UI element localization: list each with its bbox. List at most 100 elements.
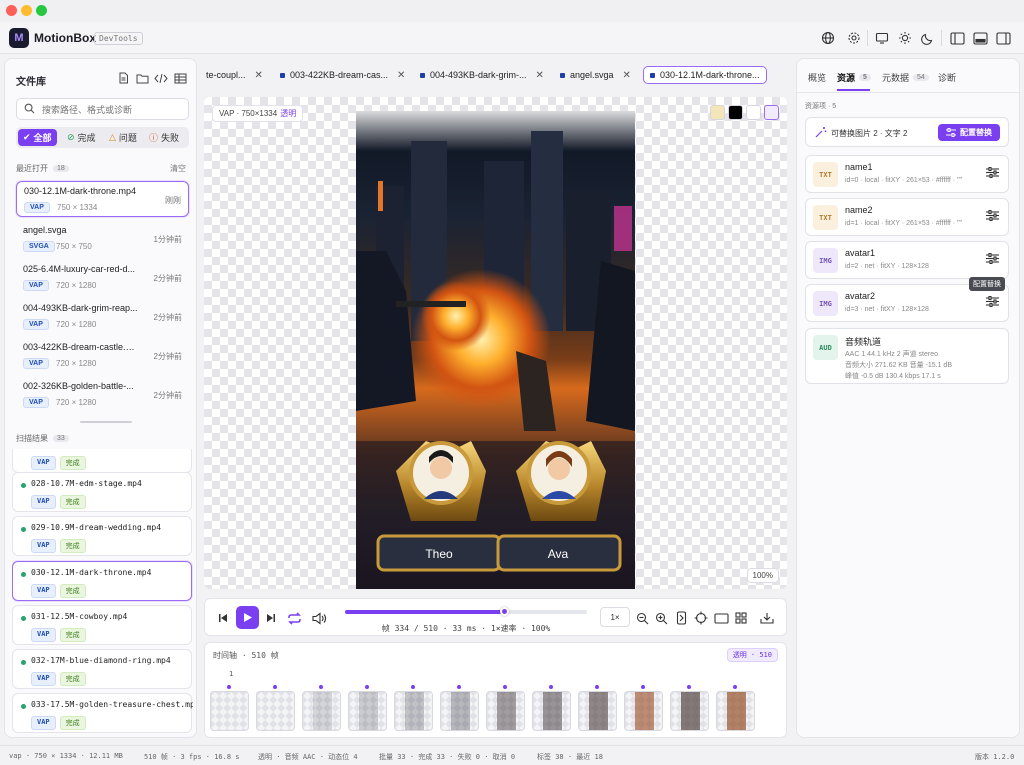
frame-thumbnail[interactable] (486, 691, 525, 731)
file-tab[interactable]: 003-422KB-dream-cas... ✕ (274, 66, 411, 84)
recent-file-item[interactable]: 003-422KB-dream-castle.m... VAP 720 × 1280… (16, 338, 189, 374)
audio-track-name: 音频轨道 (845, 337, 882, 347)
zoom-out-icon[interactable] (633, 609, 651, 627)
asset-card[interactable]: TXT name1 id=0 · local · fitXY · 261×53 · … (805, 155, 1009, 193)
fit-device-icon[interactable] (672, 609, 690, 627)
tab-overview[interactable]: 概览 (808, 71, 826, 84)
file-icon[interactable] (115, 70, 131, 86)
moon-icon[interactable] (918, 28, 938, 48)
volume-icon[interactable] (310, 609, 328, 627)
zoom-window-button[interactable] (36, 5, 47, 16)
filter-complete[interactable]: ⊘ 完成 (62, 129, 101, 146)
clear-recent-button[interactable]: 清空 (170, 163, 186, 174)
filter-failed[interactable]: ⓘ 失败 (144, 129, 184, 146)
speed-select[interactable]: 1× (600, 607, 630, 627)
close-tab-icon[interactable]: ✕ (623, 70, 631, 81)
frame-thumbnail[interactable] (440, 691, 479, 731)
search-input[interactable] (42, 102, 182, 117)
asset-card[interactable]: IMG avatar1 id=2 · net · fitXY · 128×128 (805, 241, 1009, 279)
swatch-white[interactable] (746, 105, 761, 120)
globe-icon[interactable] (818, 28, 838, 48)
swatch-cream[interactable] (710, 105, 725, 120)
bottom-panel-toggle-icon[interactable] (970, 28, 990, 48)
sliders-icon[interactable] (986, 252, 999, 267)
close-tab-icon[interactable]: ✕ (397, 70, 405, 81)
play-button[interactable] (236, 606, 259, 629)
filter-all[interactable]: ✔ 全部 (18, 129, 57, 146)
scan-result-item[interactable]: VAP 完成 (12, 449, 192, 473)
status-dot (21, 572, 26, 577)
configure-replace-button[interactable]: 配置替换 (938, 124, 1000, 141)
monitor-icon[interactable] (872, 28, 892, 48)
frame-thumbnail[interactable] (578, 691, 617, 731)
skip-to-end-icon[interactable] (262, 609, 280, 627)
crosshair-icon[interactable] (692, 609, 710, 627)
sliders-icon[interactable] (986, 209, 999, 224)
file-library-panel: 文件库 ✔全部 ⊘完成 △问题 ⓘ失败 最近打开 18 清空 030-1 (4, 58, 197, 738)
recent-file-item[interactable]: 002-326KB-golden-battle-... VAP 720 × 1280… (16, 377, 189, 413)
tab-metadata[interactable]: 元数据 54 (882, 71, 929, 84)
table-icon[interactable] (172, 70, 188, 86)
tab-diagnostics[interactable]: 诊断 (938, 71, 956, 84)
thumbnail-image (313, 692, 332, 730)
frame-thumbnail[interactable] (210, 691, 249, 731)
grid-icon[interactable] (732, 609, 750, 627)
zoom-level[interactable]: 100% (746, 568, 779, 583)
scan-result-item[interactable]: 033-17.5M-golden-treasure-chest.mp4 VAP 完成 (12, 693, 193, 733)
frame-thumbnail[interactable] (256, 691, 295, 731)
swatch-black[interactable] (728, 105, 743, 120)
search-field[interactable] (16, 98, 189, 120)
swatch-transparent[interactable] (764, 105, 779, 120)
file-tab[interactable]: 030-12.1M-dark-throne... (643, 66, 767, 84)
frame-thumbnail[interactable] (302, 691, 341, 731)
scan-result-item[interactable]: 028-10.7M-edm-stage.mp4 VAP 完成 (12, 472, 192, 512)
sun-icon[interactable] (895, 28, 915, 48)
frame-thumbnail[interactable] (394, 691, 433, 731)
sliders-icon[interactable] (986, 166, 999, 181)
zoom-in-icon[interactable] (652, 609, 670, 627)
aspect-ratio-icon[interactable] (712, 609, 730, 627)
scan-result-item[interactable]: 032-17M-blue-diamond-ring.mp4 VAP 完成 (12, 649, 192, 689)
scan-result-item[interactable]: 031-12.5M-cowboy.mp4 VAP 完成 (12, 605, 192, 645)
file-tab[interactable]: 004-493KB-dark-grim-... ✕ (414, 66, 550, 84)
loop-icon[interactable] (285, 609, 303, 627)
frame-thumbnail[interactable] (532, 691, 571, 731)
frame-thumbnail[interactable] (348, 691, 387, 731)
export-icon[interactable] (758, 609, 776, 627)
thumbnail-image (727, 692, 746, 730)
close-tab-icon[interactable]: ✕ (536, 70, 544, 81)
scan-file-name: 029-10.9M-dream-wedding.mp4 (31, 523, 162, 532)
timeline-panel: 时间轴 · 510 帧 透明 · 510 1 (204, 642, 787, 738)
scrollbar[interactable] (80, 421, 132, 423)
asset-card[interactable]: TXT name2 id=1 · local · fitXY · 261×53 · … (805, 198, 1009, 236)
progress-handle[interactable] (499, 607, 509, 616)
recent-file-item[interactable]: 030-12.1M-dark-throne.mp4 VAP 750 × 1334 刚刚 (16, 181, 189, 217)
tab-assets[interactable]: 资源 5 (837, 71, 871, 84)
close-window-button[interactable] (6, 5, 17, 16)
code-icon[interactable] (153, 70, 169, 86)
tab-label: 030-12.1M-dark-throne... (660, 70, 760, 80)
frame-thumbnail[interactable] (624, 691, 663, 731)
progress-slider[interactable] (345, 607, 587, 616)
file-tab[interactable]: te-coupl... ✕ (200, 66, 269, 84)
skip-to-start-icon[interactable] (214, 609, 232, 627)
recent-file-item[interactable]: angel.svga SVGA 750 × 750 1分钟前 (16, 221, 189, 257)
recent-file-item[interactable]: 004-493KB-dark-grim-reap... VAP 720 × 1280… (16, 299, 189, 335)
gear-icon[interactable] (844, 28, 864, 48)
scan-result-item[interactable]: 029-10.9M-dream-wedding.mp4 VAP 完成 (12, 516, 192, 556)
right-sidebar-toggle-icon[interactable] (993, 28, 1013, 48)
minimize-window-button[interactable] (21, 5, 32, 16)
left-sidebar-toggle-icon[interactable] (947, 28, 967, 48)
close-tab-icon[interactable]: ✕ (255, 70, 263, 81)
keyframe-marker (687, 685, 691, 689)
preview-canvas[interactable]: VAP · 750×1334 透明 Theo Ava 100% (204, 97, 787, 589)
frame-thumbnail[interactable] (670, 691, 709, 731)
filter-issues[interactable]: △ 问题 (104, 129, 142, 146)
folder-icon[interactable] (134, 70, 150, 86)
recent-file-item[interactable]: 025-6.4M-luxury-car-red-d... VAP 720 × 128… (16, 260, 189, 296)
scan-result-item[interactable]: 030-12.1M-dark-throne.mp4 VAP 完成 (12, 561, 192, 601)
tab-overview-label: 概览 (808, 73, 827, 83)
sliders-icon[interactable] (986, 295, 999, 310)
frame-thumbnail[interactable] (716, 691, 755, 731)
file-tab[interactable]: angel.svga ✕ (554, 66, 637, 84)
